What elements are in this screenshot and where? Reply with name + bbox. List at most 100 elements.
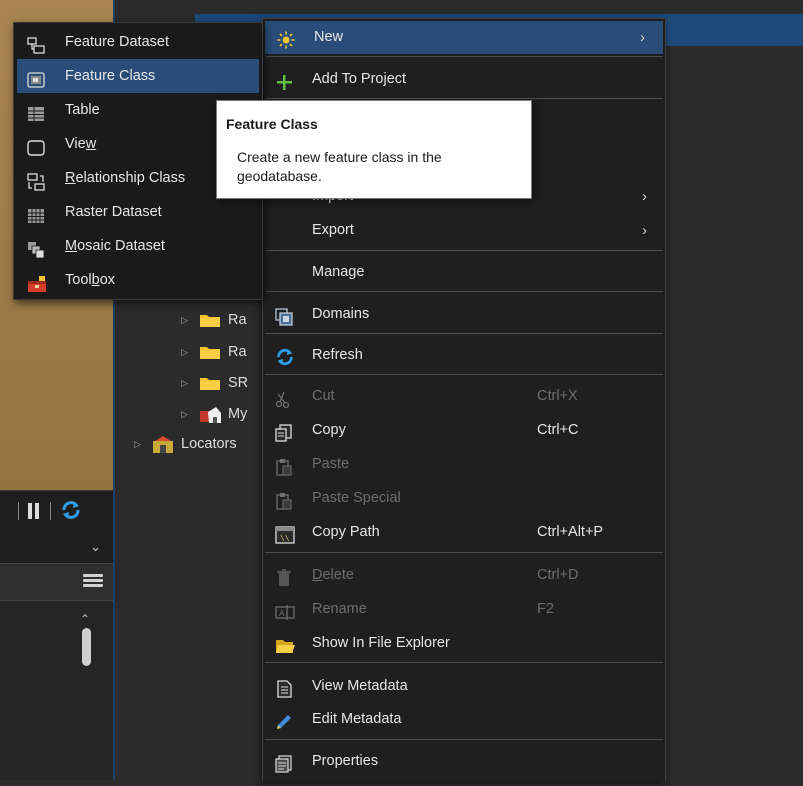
home-toolbox-icon bbox=[199, 406, 221, 424]
tree-item[interactable]: ▷ Ra bbox=[181, 341, 247, 363]
shortcut-label: Ctrl+C bbox=[537, 422, 579, 438]
menu-item-show-in-file-explorer[interactable]: Show In File Explorer bbox=[263, 627, 665, 660]
chevron-right-icon: › bbox=[642, 188, 647, 205]
menu-item-view-metadata[interactable]: View Metadata bbox=[263, 670, 665, 703]
menu-item-paste[interactable]: Paste bbox=[263, 448, 665, 481]
view-icon bbox=[27, 136, 45, 156]
chevron-right-icon: › bbox=[642, 222, 647, 239]
feature-dataset-icon bbox=[27, 34, 45, 54]
tree-item-label: Ra bbox=[228, 344, 247, 360]
submenu-item-feature-dataset[interactable]: Feature Dataset bbox=[17, 25, 259, 59]
mosaic-dataset-icon bbox=[27, 238, 45, 259]
submenu-item-label: View bbox=[65, 136, 97, 152]
submenu-item-toolbox[interactable]: Toolbox bbox=[17, 263, 259, 297]
locators-icon bbox=[152, 436, 174, 454]
menu-item-label: Refresh bbox=[312, 347, 363, 363]
paste-icon bbox=[275, 456, 293, 476]
tree-item[interactable]: ▷ My bbox=[181, 403, 247, 425]
plus-icon bbox=[275, 71, 293, 90]
menu-item-label: New bbox=[314, 29, 344, 45]
rename-icon: A bbox=[275, 601, 295, 620]
pause-icon[interactable] bbox=[28, 503, 40, 519]
menu-item-add-to-project[interactable]: Add To Project bbox=[263, 63, 665, 96]
pane-header bbox=[0, 563, 113, 601]
menu-item-label: Edit Metadata bbox=[312, 711, 402, 727]
tree-item-label: Locators bbox=[181, 436, 237, 452]
menu-item-refresh[interactable]: Refresh bbox=[263, 339, 665, 372]
sun-new-icon bbox=[277, 29, 295, 49]
paste-special-icon bbox=[275, 490, 293, 510]
menu-separator bbox=[265, 56, 663, 57]
map-toolbar bbox=[0, 490, 113, 531]
menu-item-label: Copy bbox=[312, 422, 346, 438]
chevron-down-icon[interactable]: ⌄ bbox=[90, 539, 101, 555]
expand-arrow-icon[interactable]: ▷ bbox=[181, 372, 191, 394]
folder-icon bbox=[199, 312, 221, 328]
domains-icon bbox=[275, 306, 293, 326]
menu-item-copy-path[interactable]: \\ Copy Path Ctrl+Alt+P bbox=[263, 516, 665, 549]
menu-item-properties[interactable]: Properties bbox=[263, 745, 665, 778]
menu-item-export[interactable]: Export › bbox=[263, 214, 665, 247]
menu-item-label: Export bbox=[312, 222, 354, 238]
expand-arrow-icon[interactable]: ▷ bbox=[134, 433, 144, 455]
scroll-up-icon[interactable]: ⌃ bbox=[80, 612, 90, 626]
panel-collapse-row: ⌄ bbox=[0, 531, 113, 563]
menu-separator bbox=[265, 98, 663, 99]
toolbox-icon bbox=[27, 272, 46, 292]
copy-path-icon: \\ bbox=[275, 524, 295, 544]
toolbar-divider bbox=[18, 502, 19, 520]
submenu-item-raster-dataset[interactable]: Raster Dataset bbox=[17, 195, 259, 229]
folder-icon bbox=[199, 344, 221, 360]
shortcut-label: F2 bbox=[537, 601, 554, 617]
chevron-right-icon: › bbox=[640, 29, 645, 46]
menu-item-label: Delete bbox=[312, 567, 354, 583]
menu-item-label: Properties bbox=[312, 753, 379, 769]
refresh-icon[interactable] bbox=[60, 499, 82, 521]
tree-item-label: Ra bbox=[228, 312, 247, 328]
svg-text:A: A bbox=[279, 609, 285, 618]
menu-separator bbox=[265, 374, 663, 375]
menu-item-paste-special[interactable]: Paste Special bbox=[263, 482, 665, 515]
tree-item-label: SR bbox=[228, 375, 249, 391]
tree-item[interactable]: ▷ SR bbox=[181, 372, 248, 394]
pencil-icon bbox=[275, 711, 293, 729]
menu-item-label: Paste Special bbox=[312, 490, 401, 506]
submenu-item-label: Feature Dataset bbox=[65, 34, 169, 50]
properties-icon bbox=[275, 753, 293, 773]
menu-separator bbox=[265, 662, 663, 663]
menu-item-manage[interactable]: Manage bbox=[263, 256, 665, 289]
submenu-item-label: Table bbox=[65, 102, 100, 118]
copy-icon bbox=[275, 422, 293, 442]
menu-item-new[interactable]: New › bbox=[265, 21, 663, 54]
menu-item-copy[interactable]: Copy Ctrl+C bbox=[263, 414, 665, 447]
menu-item-label: Paste bbox=[312, 456, 350, 472]
menu-separator bbox=[265, 333, 663, 334]
tree-item[interactable]: ▷ Ra bbox=[181, 309, 247, 331]
menu-separator bbox=[265, 250, 663, 251]
menu-separator bbox=[265, 552, 663, 553]
scrollbar-thumb[interactable] bbox=[82, 628, 91, 666]
svg-text:\\: \\ bbox=[280, 535, 290, 544]
toolbar-divider bbox=[50, 502, 51, 520]
menu-item-label: Copy Path bbox=[312, 524, 380, 540]
folder-open-icon bbox=[275, 635, 295, 653]
submenu-item-label: Toolbox bbox=[65, 272, 116, 288]
menu-icon[interactable] bbox=[83, 574, 103, 588]
menu-item-label: Show In File Explorer bbox=[312, 635, 450, 651]
menu-item-domains[interactable]: Domains bbox=[263, 298, 665, 331]
tooltip-body: Create a new feature class in the geodat… bbox=[237, 149, 442, 184]
tooltip: Feature Class Create a new feature class… bbox=[216, 100, 532, 199]
menu-item-delete[interactable]: Delete Ctrl+D bbox=[263, 559, 665, 592]
submenu-item-feature-class[interactable]: Feature Class bbox=[17, 59, 259, 93]
expand-arrow-icon[interactable]: ▷ bbox=[181, 309, 191, 331]
expand-arrow-icon[interactable]: ▷ bbox=[181, 341, 191, 363]
menu-item-rename[interactable]: A Rename F2 bbox=[263, 593, 665, 626]
menu-item-cut[interactable]: Cut Ctrl+X bbox=[263, 380, 665, 413]
expand-arrow-icon[interactable]: ▷ bbox=[181, 403, 191, 425]
menu-item-edit-metadata[interactable]: Edit Metadata bbox=[263, 703, 665, 736]
relationship-class-icon bbox=[27, 170, 45, 191]
submenu-item-label: Raster Dataset bbox=[65, 204, 162, 220]
menu-item-label: Domains bbox=[312, 306, 370, 322]
tree-item[interactable]: ▷ Locators bbox=[134, 433, 237, 455]
submenu-item-mosaic-dataset[interactable]: Mosaic Dataset bbox=[17, 229, 259, 263]
